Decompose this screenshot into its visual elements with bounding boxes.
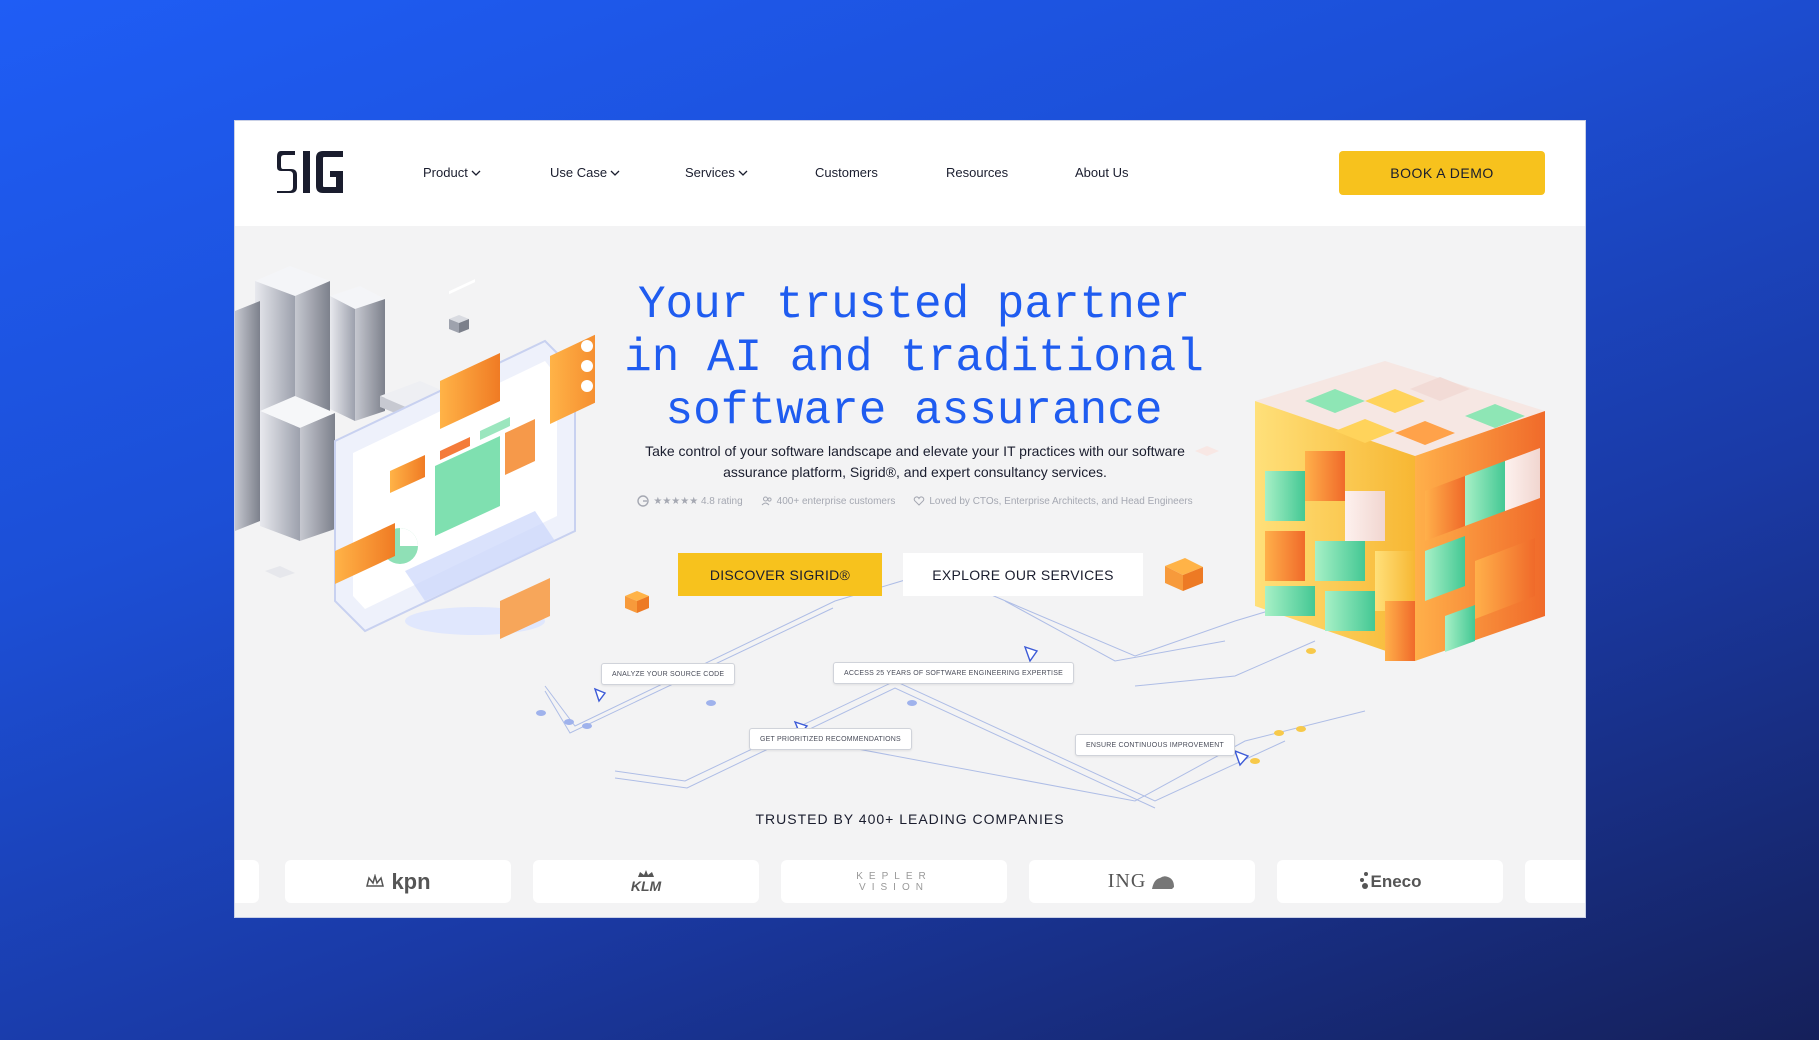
logo-card-partial-left: [235, 860, 259, 903]
logo-card-kepler-vision: KEPLER VISION: [781, 860, 1007, 903]
kepler-logo-text: KEPLER VISION: [856, 870, 932, 893]
discover-sigrid-button[interactable]: DISCOVER SIGRID®: [678, 553, 882, 596]
heart-icon: [914, 496, 925, 506]
g2-icon: [637, 495, 650, 507]
eneco-dots-icon: [1360, 871, 1369, 889]
ing-lion-icon: [1152, 875, 1175, 889]
hero-subtitle: Take control of your software landscape …: [645, 443, 1185, 480]
loved-by-text: Loved by CTOs, Enterprise Architects, an…: [929, 495, 1193, 507]
kpn-crown-icon: [366, 873, 385, 887]
users-icon: [761, 496, 772, 506]
kpn-logo-text: kpn: [391, 868, 431, 894]
logo-card-klm: KLM: [533, 860, 759, 903]
step-analyze-source-code: ANALYZE YOUR SOURCE CODE: [601, 663, 736, 685]
ing-logo-text: ING: [1107, 870, 1147, 892]
klm-logo-text: KLM: [630, 877, 662, 894]
step-prioritized-recommendations: GET PRIORITIZED RECOMMENDATIONS: [749, 728, 912, 750]
rating-text: ★★★★★ 4.8 rating: [653, 495, 743, 507]
loved-by-item: Loved by CTOs, Enterprise Architects, an…: [913, 495, 1193, 507]
step-access-expertise: ACCESS 25 YEARS OF SOFTWARE ENGINEERING …: [833, 662, 1074, 684]
logo-card-ing: ING: [1029, 860, 1255, 903]
rating-item: ★★★★★ 4.8 rating: [637, 495, 743, 507]
step-continuous-improvement: ENSURE CONTINUOUS IMPROVEMENT: [1075, 734, 1236, 756]
klm-crown-icon: [638, 869, 654, 877]
browser-window: Product Use Case Services Customers Reso…: [234, 120, 1586, 918]
logo-card-partial-right: [1525, 860, 1585, 903]
hero-headline: Your trusted partner in AI and tradition…: [624, 279, 1204, 437]
trusted-heading: TRUSTED BY 400+ LEADING COMPANIES: [755, 811, 1065, 827]
customers-item: 400+ enterprise customers: [761, 495, 896, 507]
eneco-logo-text: Eneco: [1370, 871, 1422, 891]
explore-services-button[interactable]: EXPLORE OUR SERVICES: [903, 553, 1143, 596]
social-proof-row: ★★★★★ 4.8 rating 400+ enterprise custome…: [535, 495, 1295, 507]
logo-card-kpn: kpn: [285, 860, 511, 903]
customers-text: 400+ enterprise customers: [776, 495, 896, 507]
logo-card-eneco: Eneco: [1277, 860, 1503, 903]
